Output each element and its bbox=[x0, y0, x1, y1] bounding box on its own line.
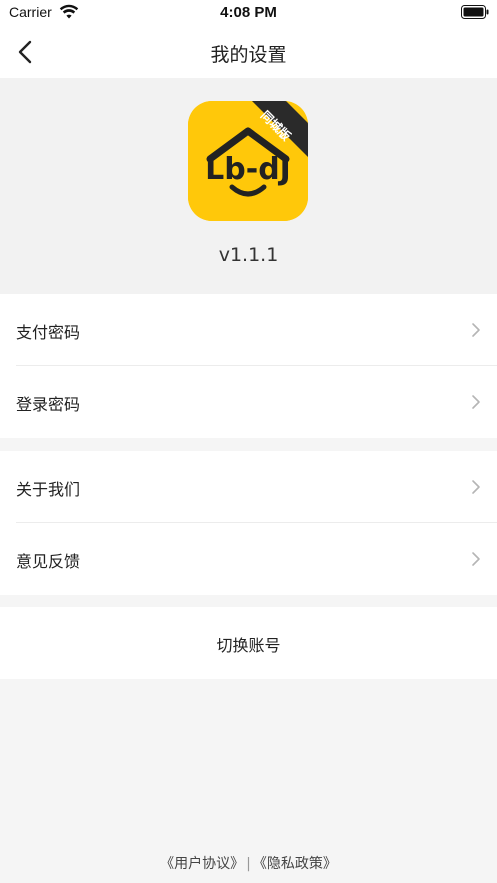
status-bar: Carrier 4:08 PM bbox=[0, 0, 497, 26]
settings-row-feedback[interactable]: 意见反馈 bbox=[0, 523, 497, 595]
footer-links: 《用户协议》 | 《隐私政策》 bbox=[0, 853, 497, 873]
app-version: v1.1.1 bbox=[218, 244, 279, 266]
switch-account-button[interactable]: 切换账号 bbox=[0, 607, 497, 679]
row-label: 登录密码 bbox=[16, 395, 81, 414]
app-logo: Lb-dJ 同城版 bbox=[188, 101, 308, 221]
settings-group-security: 支付密码 登录密码 bbox=[0, 294, 497, 438]
footer-separator: | bbox=[246, 856, 251, 872]
settings-group-about: 关于我们 意见反馈 bbox=[0, 451, 497, 595]
chevron-right-icon bbox=[472, 395, 480, 409]
battery-icon bbox=[461, 5, 489, 19]
app-info-section: Lb-dJ 同城版 v1.1.1 bbox=[0, 78, 497, 294]
app-logo-graphic: Lb-dJ bbox=[188, 101, 308, 221]
chevron-right-icon bbox=[472, 323, 480, 337]
privacy-policy-link[interactable]: 《隐私政策》 bbox=[253, 856, 337, 872]
chevron-right-icon bbox=[472, 480, 480, 494]
row-label: 支付密码 bbox=[16, 323, 81, 342]
page-title: 我的设置 bbox=[210, 44, 287, 66]
settings-row-about-us[interactable]: 关于我们 bbox=[0, 451, 497, 523]
row-label: 关于我们 bbox=[16, 480, 81, 499]
switch-account-label: 切换账号 bbox=[216, 636, 281, 655]
svg-text:Lb-dJ: Lb-dJ bbox=[205, 152, 291, 187]
user-agreement-link[interactable]: 《用户协议》 bbox=[160, 856, 244, 872]
row-label: 意见反馈 bbox=[16, 552, 81, 571]
status-time: 4:08 PM bbox=[220, 4, 277, 21]
chevron-right-icon bbox=[472, 552, 480, 566]
settings-row-login-password[interactable]: 登录密码 bbox=[0, 366, 497, 438]
nav-bar: 我的设置 bbox=[0, 26, 497, 78]
settings-row-payment-password[interactable]: 支付密码 bbox=[0, 294, 497, 366]
